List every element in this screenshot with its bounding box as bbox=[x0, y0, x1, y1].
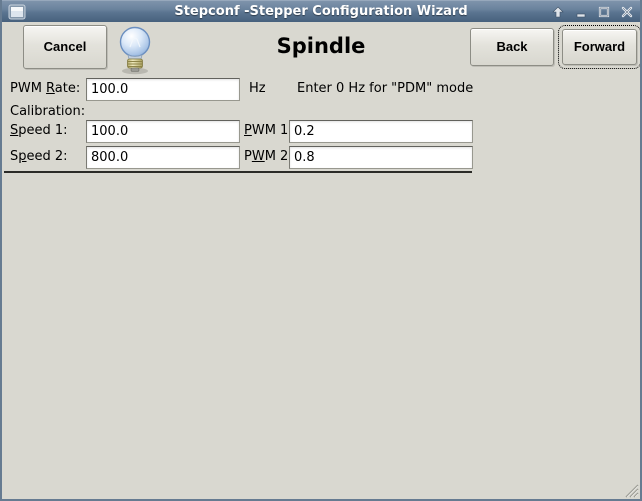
window-title: Stepconf -Stepper Configuration Wizard bbox=[0, 1, 642, 22]
label-mnemonic: R bbox=[46, 81, 55, 96]
maximize-glyph bbox=[598, 6, 610, 18]
pwm2-label: PWM 2: bbox=[244, 146, 293, 168]
up-arrow-icon bbox=[552, 6, 564, 18]
pwm1-input[interactable] bbox=[289, 120, 473, 143]
pwm-rate-input[interactable] bbox=[86, 78, 240, 101]
minimize-icon[interactable] bbox=[574, 5, 588, 19]
form-separator bbox=[4, 171, 472, 173]
wizard-page-spindle: Cancel S bbox=[2, 22, 640, 499]
hz-unit-label: Hz bbox=[249, 78, 266, 100]
speed1-label: Speed 1: bbox=[10, 120, 68, 142]
pwm-rate-label: PWM Rate: bbox=[10, 78, 80, 100]
pwm2-input[interactable] bbox=[289, 146, 473, 169]
back-button[interactable]: Back bbox=[470, 28, 554, 66]
forward-button[interactable]: Forward bbox=[562, 29, 637, 65]
label-part: PWM bbox=[10, 81, 46, 96]
label-part: WM 1: bbox=[252, 123, 293, 138]
titlebar[interactable]: Stepconf -Stepper Configuration Wizard bbox=[0, 0, 642, 22]
label-mnemonic: P bbox=[244, 123, 252, 138]
speed1-input[interactable] bbox=[86, 120, 240, 143]
minimize-glyph bbox=[575, 6, 587, 18]
pwm1-label: PWM 1: bbox=[244, 120, 293, 142]
close-icon[interactable] bbox=[620, 5, 634, 19]
label-part: P bbox=[244, 149, 252, 164]
label-mnemonic: W bbox=[252, 149, 265, 164]
label-part: eed 2: bbox=[27, 149, 68, 164]
close-glyph bbox=[621, 6, 633, 18]
resize-grip[interactable] bbox=[625, 484, 639, 498]
stepconf-window: Stepconf -Stepper Configuration Wizard bbox=[0, 0, 642, 501]
label-mnemonic: p bbox=[18, 149, 26, 164]
label-part: peed 1: bbox=[18, 123, 67, 138]
speed2-label: Speed 2: bbox=[10, 146, 68, 168]
maximize-icon[interactable] bbox=[597, 5, 611, 19]
label-part: ate: bbox=[55, 81, 80, 96]
speed2-input[interactable] bbox=[86, 146, 240, 169]
shade-icon[interactable] bbox=[551, 5, 565, 19]
pdm-hint-text: Enter 0 Hz for "PDM" mode bbox=[297, 78, 473, 100]
